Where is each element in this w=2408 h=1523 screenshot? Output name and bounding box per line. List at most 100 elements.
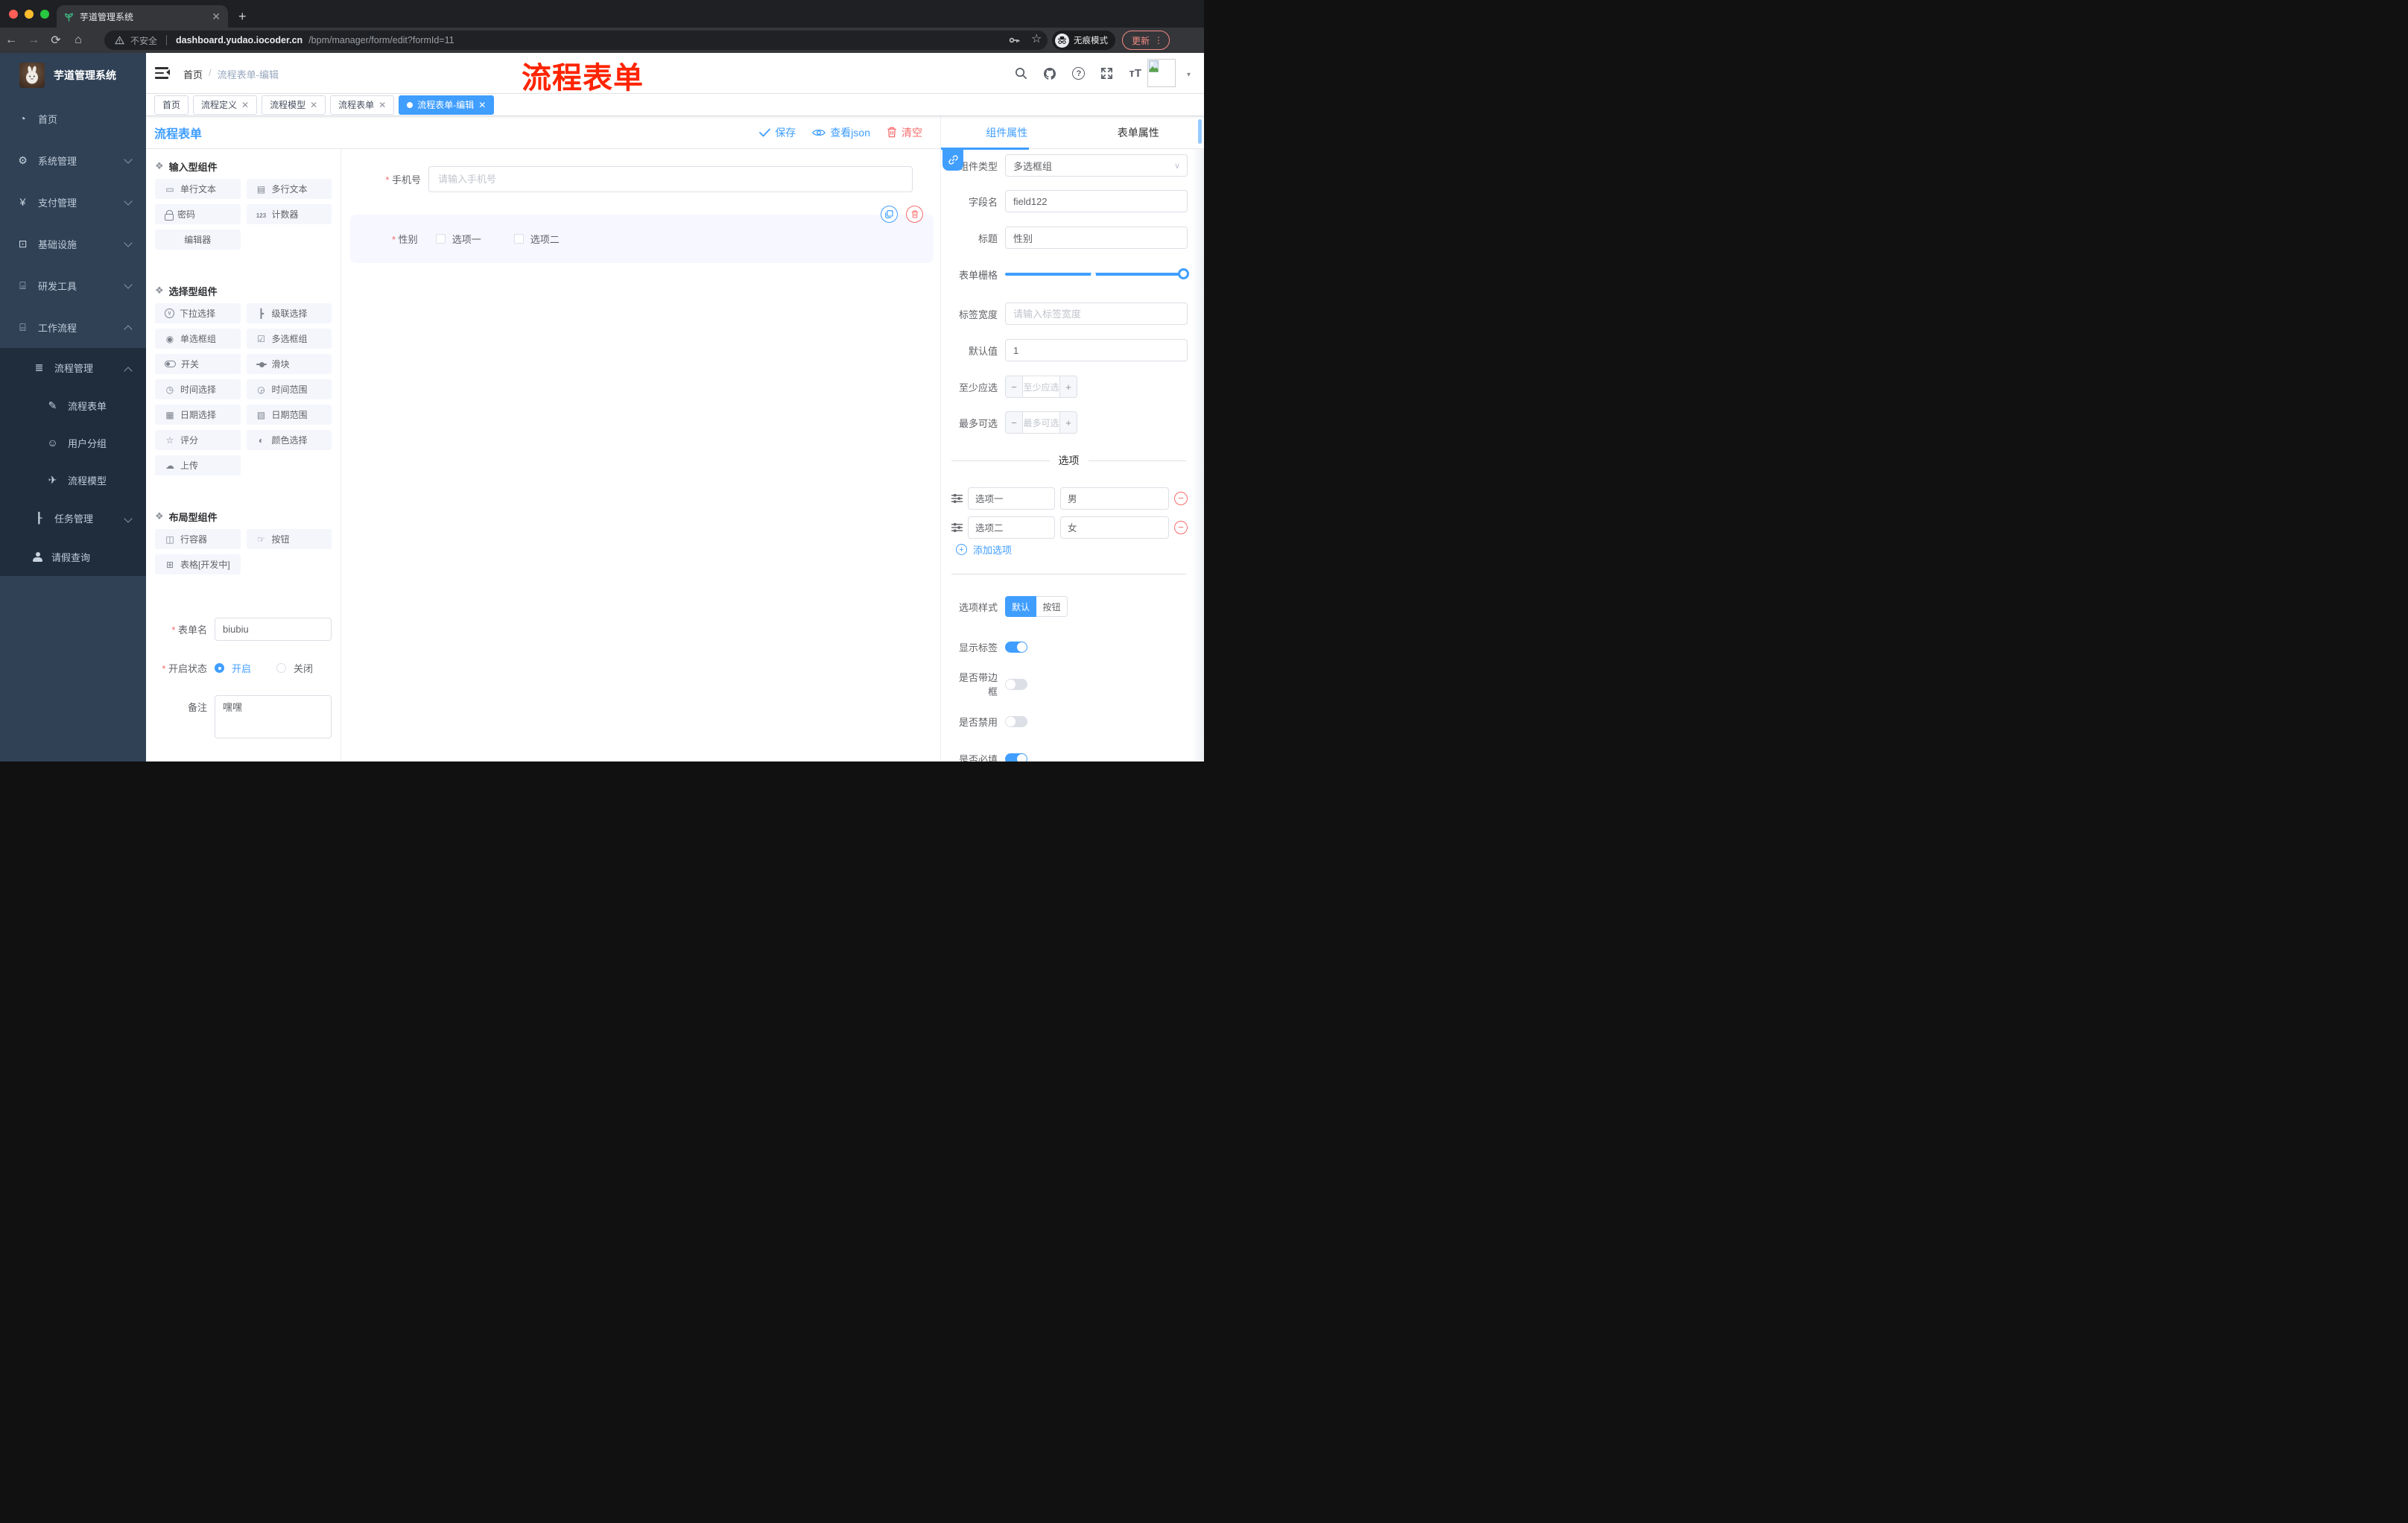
- radio-on[interactable]: [215, 663, 224, 673]
- stepper-minus-button[interactable]: −: [1006, 412, 1023, 433]
- copy-component-button[interactable]: [881, 206, 898, 223]
- security-label[interactable]: 不安全: [130, 34, 157, 47]
- zoom-window-button[interactable]: [40, 10, 49, 19]
- bookmark-star-icon[interactable]: ☆: [1031, 31, 1042, 46]
- sidebar-item-process-mgmt[interactable]: ≣ 流程管理: [0, 348, 146, 387]
- tab-close-icon[interactable]: ✕: [310, 100, 317, 110]
- palette-item-dropdown[interactable]: 下拉选择: [155, 303, 241, 323]
- minimize-window-button[interactable]: [25, 10, 34, 19]
- back-icon[interactable]: ←: [0, 34, 22, 47]
- github-icon[interactable]: [1043, 67, 1056, 80]
- sidebar-logo[interactable]: 芋道管理系统: [0, 53, 146, 98]
- forward-icon[interactable]: →: [22, 34, 45, 47]
- stepper-plus-button[interactable]: +: [1059, 376, 1077, 397]
- sidebar-item-workflow[interactable]: ⌸ 工作流程: [0, 306, 146, 348]
- reload-icon[interactable]: ⟳: [45, 33, 67, 48]
- option1-label-input[interactable]: [968, 487, 1055, 510]
- palette-item-time-picker[interactable]: 时间选择: [155, 379, 241, 399]
- drag-handle-icon[interactable]: [951, 522, 963, 533]
- canvas-field-gender-selected[interactable]: 性别 选项一 选项二: [350, 206, 934, 263]
- palette-item-single-line[interactable]: 单行文本: [155, 179, 241, 199]
- add-option-button[interactable]: + 添加选项: [956, 542, 1012, 557]
- scrollbar-thumb[interactable]: [1198, 119, 1202, 144]
- disabled-switch[interactable]: [1005, 715, 1027, 727]
- palette-item-counter[interactable]: 计数器: [246, 204, 332, 224]
- search-icon[interactable]: [1015, 67, 1027, 80]
- page-tab-process-definition[interactable]: 流程定义 ✕: [193, 95, 258, 115]
- sidebar-item-devtools[interactable]: ⌺ 研发工具: [0, 265, 146, 306]
- palette-item-table[interactable]: 表格[开发中]: [155, 554, 241, 574]
- page-tab-process-form-edit[interactable]: 流程表单-编辑 ✕: [399, 95, 495, 115]
- page-tab-process-form[interactable]: 流程表单 ✕: [330, 95, 395, 115]
- label-width-input[interactable]: [1005, 303, 1188, 325]
- sidebar-item-infra[interactable]: ⊡ 基础设施: [0, 223, 146, 265]
- font-size-icon[interactable]: ᴛT: [1129, 67, 1141, 80]
- style-button-button[interactable]: 按钮: [1036, 596, 1068, 617]
- sidebar-item-payment[interactable]: ¥ 支付管理: [0, 181, 146, 223]
- new-tab-button[interactable]: +: [238, 7, 247, 25]
- clear-button[interactable]: 清空: [887, 125, 922, 140]
- palette-item-color-picker[interactable]: 颜色选择: [246, 430, 332, 450]
- home-icon[interactable]: ⌂: [67, 34, 89, 47]
- password-key-icon[interactable]: [1007, 34, 1021, 47]
- field-name-input[interactable]: [1005, 190, 1188, 212]
- view-json-button[interactable]: 查看json: [812, 125, 870, 140]
- palette-item-date-range[interactable]: 日期范围: [246, 405, 332, 425]
- radio-off-label[interactable]: 关闭: [294, 661, 313, 675]
- slider-thumb[interactable]: [1178, 268, 1189, 279]
- page-tab-home[interactable]: 首页: [154, 95, 189, 115]
- option1-value-input[interactable]: [1059, 487, 1169, 510]
- tab-form-props[interactable]: 表单属性: [1073, 116, 1205, 148]
- show-label-switch[interactable]: [1005, 641, 1027, 653]
- option2-label-input[interactable]: [968, 516, 1055, 539]
- min-select-placeholder[interactable]: 至少应选: [1023, 376, 1059, 397]
- checkbox-option2-label[interactable]: 选项二: [530, 232, 560, 246]
- palette-item-editor[interactable]: 编辑器: [155, 229, 241, 250]
- help-icon[interactable]: ?: [1072, 67, 1086, 80]
- palette-item-switch[interactable]: 开关: [155, 354, 241, 374]
- style-default-button[interactable]: 默认: [1005, 596, 1036, 617]
- tab-component-props[interactable]: 组件属性: [941, 116, 1073, 148]
- browser-update-button[interactable]: 更新 ⋮: [1122, 31, 1170, 50]
- grid-slider[interactable]: [1005, 268, 1189, 279]
- palette-item-upload[interactable]: 上传: [155, 455, 241, 475]
- browser-menu-dots-icon[interactable]: ⋮: [1154, 35, 1163, 45]
- page-tab-process-model[interactable]: 流程模型 ✕: [262, 95, 326, 115]
- radio-off[interactable]: [276, 663, 287, 673]
- drag-handle-icon[interactable]: [951, 493, 963, 504]
- remove-option-button[interactable]: −: [1174, 491, 1188, 505]
- radio-on-label[interactable]: 开启: [232, 661, 251, 675]
- canvas-field-phone[interactable]: 手机号: [341, 166, 913, 192]
- address-bar[interactable]: 不安全 dashboard.yudao.iocoder.cn/bpm/manag…: [104, 31, 1048, 50]
- palette-item-checkbox-group[interactable]: 多选框组: [246, 329, 332, 349]
- avatar[interactable]: [1147, 59, 1176, 87]
- checkbox-option2[interactable]: [513, 234, 524, 244]
- sidebar-item-home[interactable]: ◔ 首页: [0, 98, 146, 139]
- avatar-dropdown-caret-icon[interactable]: ▾: [1187, 71, 1191, 79]
- component-type-select[interactable]: 多选框组: [1005, 154, 1188, 177]
- max-select-placeholder[interactable]: 最多可选: [1023, 412, 1059, 433]
- sidebar-item-system[interactable]: ⚙ 系统管理: [0, 139, 146, 181]
- browser-tab[interactable]: 芋道管理系统 ✕: [57, 5, 228, 28]
- tab-close-icon[interactable]: ✕: [212, 10, 221, 23]
- close-window-button[interactable]: [9, 10, 18, 19]
- palette-item-time-range[interactable]: 时间范围: [246, 379, 332, 399]
- required-switch[interactable]: [1005, 753, 1027, 762]
- palette-item-row-container[interactable]: 行容器: [155, 529, 241, 549]
- palette-item-slider[interactable]: 滑块: [246, 354, 332, 374]
- delete-component-button[interactable]: [906, 206, 923, 223]
- field-link-tab[interactable]: [942, 149, 963, 171]
- form-name-input[interactable]: [215, 618, 332, 641]
- breadcrumb-home[interactable]: 首页: [183, 67, 203, 81]
- palette-item-date-picker[interactable]: 日期选择: [155, 405, 241, 425]
- default-value-input[interactable]: [1005, 339, 1188, 361]
- sidebar-collapse-icon[interactable]: [155, 66, 170, 80]
- fullscreen-icon[interactable]: [1100, 67, 1113, 80]
- form-canvas[interactable]: 手机号 性别 选: [341, 149, 940, 762]
- palette-item-button[interactable]: 按钮: [246, 529, 332, 549]
- palette-item-rate[interactable]: 评分: [155, 430, 241, 450]
- stepper-minus-button[interactable]: −: [1006, 376, 1023, 397]
- remark-textarea[interactable]: 嘿嘿: [215, 695, 332, 738]
- checkbox-option1-label[interactable]: 选项一: [452, 232, 481, 246]
- tab-close-icon[interactable]: ✕: [241, 100, 249, 110]
